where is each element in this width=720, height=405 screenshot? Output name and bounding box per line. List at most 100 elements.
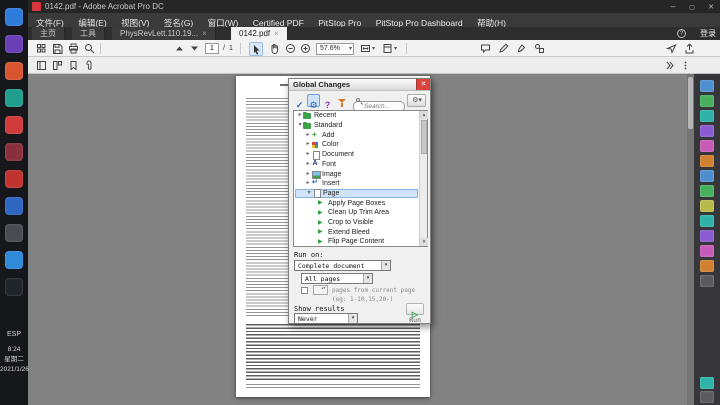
page-thumbnails-icon[interactable] xyxy=(52,60,63,71)
taskbar-app-icon[interactable] xyxy=(5,224,23,242)
tree-item-add[interactable]: Add xyxy=(295,130,419,140)
search-icon[interactable] xyxy=(84,43,95,54)
pitstop-tool-icon[interactable] xyxy=(700,391,714,403)
hand-tool-icon[interactable] xyxy=(269,43,280,54)
scrollbar-thumb[interactable] xyxy=(688,77,693,129)
zoom-out-icon[interactable] xyxy=(285,43,296,54)
pitstop-tool-icon[interactable] xyxy=(700,260,714,272)
panel-options-icon[interactable] xyxy=(680,60,691,71)
tree-item-clean-up-trim-area[interactable]: Clean Up Trim Area xyxy=(295,208,419,218)
settings-dropdown-button[interactable] xyxy=(407,94,426,107)
taskbar-app-icon[interactable] xyxy=(5,143,23,161)
send-file-icon[interactable] xyxy=(666,43,677,54)
highlight-pen-icon[interactable] xyxy=(498,43,509,54)
tab-document-physrevlett[interactable]: PhysRevLett.110.19... xyxy=(112,27,216,40)
fit-width-icon[interactable] xyxy=(360,43,371,54)
pages-select[interactable]: All pages xyxy=(301,273,373,284)
tree-item-crop-to-visible[interactable]: Crop to Visible xyxy=(295,218,419,228)
pitstop-tool-icon[interactable] xyxy=(700,95,714,107)
collapse-panel-icon[interactable] xyxy=(664,60,675,71)
tree-item-page[interactable]: Page xyxy=(295,188,418,199)
zoom-in-icon[interactable] xyxy=(300,43,311,54)
help-icon[interactable] xyxy=(677,29,686,38)
chevron-down-icon[interactable] xyxy=(372,45,375,52)
pitstop-tool-icon[interactable] xyxy=(700,125,714,137)
attachment-icon[interactable] xyxy=(84,60,95,71)
close-tab-icon[interactable] xyxy=(274,27,279,40)
home-grid-icon[interactable] xyxy=(36,43,47,54)
scroll-up-icon[interactable] xyxy=(420,111,428,119)
page-display-icon[interactable] xyxy=(382,43,393,54)
pitstop-tool-icon[interactable] xyxy=(700,170,714,182)
chevron-down-icon[interactable] xyxy=(363,274,372,283)
taskbar-app-icon[interactable] xyxy=(5,116,23,134)
close-window-button[interactable] xyxy=(702,0,720,13)
tree-item-extend-bleed[interactable]: Extend Bleed xyxy=(295,227,419,237)
taskbar-app-icon[interactable] xyxy=(5,278,23,296)
certified-check-icon[interactable] xyxy=(293,94,306,107)
dialog-titlebar[interactable]: Global Changes xyxy=(289,79,430,91)
fill-sign-icon[interactable] xyxy=(516,43,527,54)
pitstop-tool-icon[interactable] xyxy=(700,110,714,122)
pages-range-checkbox[interactable] xyxy=(301,287,308,294)
shapes-tool-icon[interactable] xyxy=(534,43,545,54)
minimize-button[interactable] xyxy=(664,0,682,13)
sign-in-button[interactable]: 登录 xyxy=(700,27,716,40)
document-scrollbar[interactable] xyxy=(687,74,694,405)
taskbar-app-icon[interactable] xyxy=(5,8,23,26)
tree-item-apply-page-boxes[interactable]: Apply Page Boxes xyxy=(295,198,419,208)
save-icon[interactable] xyxy=(52,43,63,54)
tree-item-font[interactable]: Font xyxy=(295,160,419,170)
run-button[interactable] xyxy=(406,303,424,315)
taskbar-app-icon[interactable] xyxy=(5,197,23,215)
taskbar-app-icon[interactable] xyxy=(5,35,23,53)
pitstop-tool-icon[interactable] xyxy=(700,377,714,389)
tree-item-recent[interactable]: Recent xyxy=(295,111,419,121)
select-tool-icon[interactable] xyxy=(249,41,263,56)
pitstop-tool-icon[interactable] xyxy=(700,185,714,197)
chevron-down-icon[interactable] xyxy=(394,45,397,52)
pitstop-tool-icon[interactable] xyxy=(700,155,714,167)
scroll-down-icon[interactable] xyxy=(420,238,428,246)
pitstop-tool-icon[interactable] xyxy=(700,275,714,287)
pitstop-tool-icon[interactable] xyxy=(700,140,714,152)
pitstop-tool-icon[interactable] xyxy=(700,200,714,212)
print-icon[interactable] xyxy=(68,43,79,54)
next-page-icon[interactable] xyxy=(189,43,200,54)
inspector-help-icon[interactable] xyxy=(321,94,334,107)
taskbar-app-icon[interactable] xyxy=(5,62,23,80)
global-changes-gear-icon[interactable] xyxy=(307,94,320,107)
tree-item-color[interactable]: Color xyxy=(295,140,419,150)
show-results-select[interactable]: Never xyxy=(294,313,358,324)
tab-tools[interactable]: 工具 xyxy=(72,27,105,40)
sidebar-toggle-icon[interactable] xyxy=(36,60,47,71)
tree-scrollbar[interactable] xyxy=(419,111,428,246)
filter-funnel-icon[interactable] xyxy=(335,94,348,107)
tree-item-document[interactable]: Document xyxy=(295,150,419,160)
previous-page-icon[interactable] xyxy=(174,43,185,54)
pitstop-tool-icon[interactable] xyxy=(700,230,714,242)
close-tab-icon[interactable] xyxy=(202,27,207,40)
tree-item-standard[interactable]: Standard xyxy=(295,121,419,131)
comment-icon[interactable] xyxy=(480,43,491,54)
pitstop-tool-icon[interactable] xyxy=(700,80,714,92)
pitstop-tool-icon[interactable] xyxy=(700,215,714,227)
chevron-down-icon[interactable] xyxy=(348,314,357,323)
tree-item-insert[interactable]: Insert xyxy=(295,179,419,189)
taskbar-app-icon[interactable] xyxy=(5,170,23,188)
share-icon[interactable] xyxy=(684,43,695,54)
pitstop-tool-icon[interactable] xyxy=(700,245,714,257)
zoom-level-select[interactable]: 57.6% xyxy=(316,42,354,55)
taskbar-app-icon[interactable] xyxy=(5,89,23,107)
maximize-button[interactable] xyxy=(683,0,701,13)
scope-select[interactable]: Complete document xyxy=(294,260,391,271)
chevron-down-icon[interactable] xyxy=(381,261,390,270)
close-dialog-button[interactable] xyxy=(416,79,430,90)
tree-item-image[interactable]: Image xyxy=(295,169,419,179)
taskbar-app-icon[interactable] xyxy=(5,251,23,269)
pages-count-spinner[interactable] xyxy=(313,285,328,295)
language-indicator[interactable]: ESP xyxy=(0,331,28,338)
dialog-search-box[interactable] xyxy=(353,95,405,112)
page-number-input[interactable] xyxy=(205,42,219,54)
scrollbar-thumb[interactable] xyxy=(420,120,427,154)
